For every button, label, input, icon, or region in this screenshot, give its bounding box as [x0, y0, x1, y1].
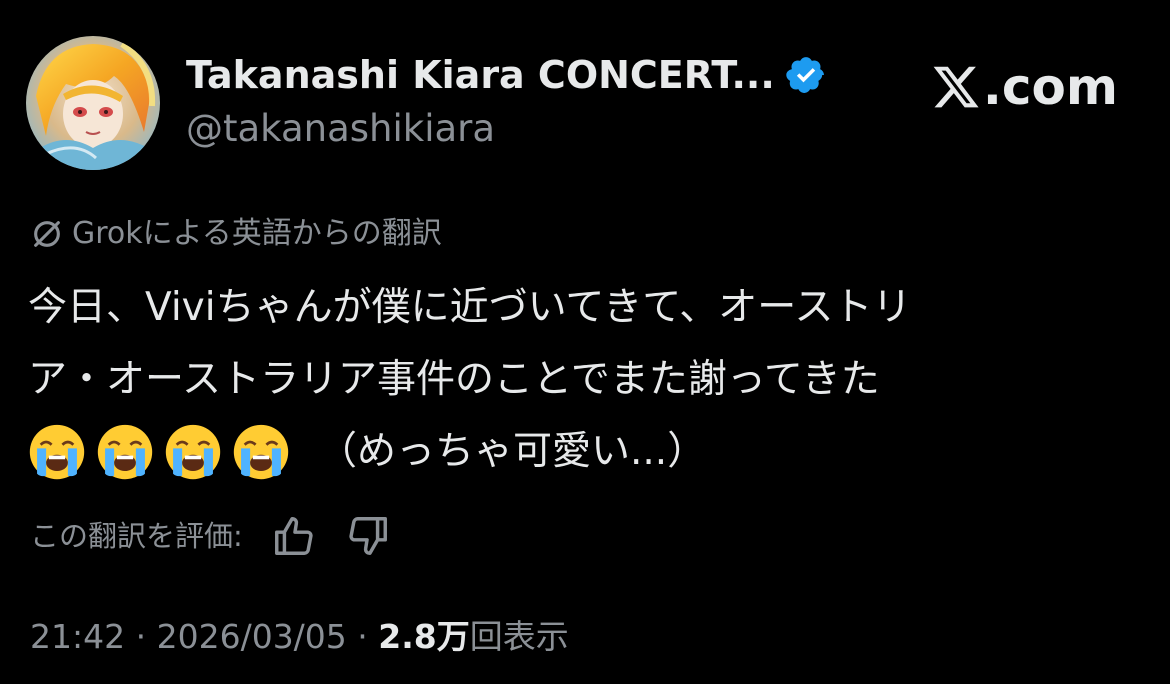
- brand-text: .com: [982, 58, 1118, 116]
- views-label: 回表示: [469, 617, 569, 656]
- tweet-line-1: 今日、Viviちゃんが僕に近づいてきて、オーストリ: [28, 285, 912, 330]
- tweet-line-3: （めっちゃ可愛い...）: [28, 416, 1138, 488]
- thumbs-down-icon[interactable]: [345, 513, 391, 559]
- brand-watermark: .com: [929, 54, 1118, 120]
- verified-badge-icon: [786, 57, 824, 93]
- meta-separator: ·: [346, 617, 379, 656]
- author-handle[interactable]: @takanashikiara: [186, 104, 495, 154]
- author-name-row: Takanashi Kiara CONCERT...: [186, 50, 827, 100]
- views-count: 2.8万: [378, 617, 470, 656]
- tweet-line-2: ア・オーストラリア事件のことでまた謝ってきた: [28, 357, 880, 402]
- author-display-name[interactable]: Takanashi Kiara CONCERT...: [186, 50, 775, 100]
- rate-translation-row: この翻訳を評価:: [30, 512, 391, 560]
- meta-separator: ·: [125, 617, 157, 656]
- x-logo-icon: [933, 66, 979, 108]
- tweet-meta: 21:42 · 2026/03/05 · 2.8万回表示: [30, 612, 569, 662]
- tweet-time[interactable]: 21:42: [30, 617, 125, 656]
- translation-note-label: Grokによる英語からの翻訳: [72, 216, 442, 251]
- tweet-date[interactable]: 2026/03/05: [157, 617, 347, 656]
- translation-note: Grokによる英語からの翻訳: [30, 212, 442, 256]
- thumbs-up-icon[interactable]: [271, 513, 317, 559]
- grok-icon: [34, 221, 60, 247]
- crying-face-icon: [165, 424, 221, 480]
- tweet-body: 今日、Viviちゃんが僕に近づいてきて、オーストリ ア・オーストラリア事件のこと…: [28, 272, 1138, 488]
- avatar-image: [26, 36, 160, 170]
- tweet-line-3-text: （めっちゃ可愛い...）: [318, 429, 707, 474]
- crying-face-icon: [233, 424, 289, 480]
- rate-translation-label: この翻訳を評価:: [30, 519, 243, 553]
- avatar[interactable]: [26, 36, 160, 170]
- crying-face-icon: [29, 424, 85, 480]
- crying-face-icon: [97, 424, 153, 480]
